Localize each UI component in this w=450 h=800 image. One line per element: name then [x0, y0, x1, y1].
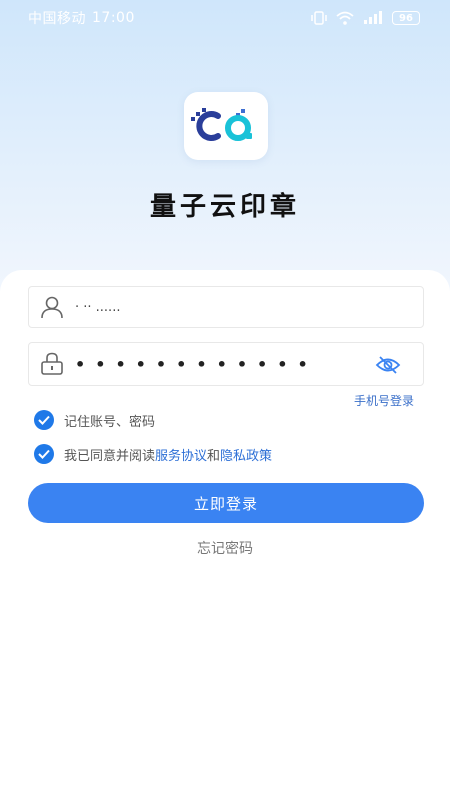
- carrier-label: 中国移动: [28, 11, 86, 27]
- remember-checkbox[interactable]: [34, 410, 54, 430]
- app-logo: [184, 92, 268, 160]
- agree-checkbox-row[interactable]: 我已同意并阅读服务协议和隐私政策: [34, 444, 272, 464]
- logo-mark-icon: [191, 108, 252, 141]
- remember-label: 记住账号、密码: [64, 414, 156, 430]
- agree-checkbox[interactable]: [34, 444, 54, 464]
- clock: 17:00: [92, 10, 135, 26]
- signal-icon: [363, 11, 383, 25]
- eye-off-icon[interactable]: [375, 355, 401, 379]
- wifi-icon: [336, 11, 354, 25]
- check-icon: [38, 449, 50, 459]
- login-button[interactable]: 立即登录: [28, 483, 424, 523]
- username-field[interactable]: [28, 286, 424, 328]
- phone-login-link[interactable]: 手机号登录: [354, 392, 414, 409]
- login-card: •••••••••••• 手机号登录 记住账号、密码 我已同意并阅读服务协议和隐…: [0, 270, 450, 800]
- status-left: 中国移动 17:00: [28, 8, 135, 28]
- forgot-password-link[interactable]: 忘记密码: [0, 538, 450, 558]
- user-icon: [29, 294, 75, 320]
- app-title: 量子云印章: [149, 192, 300, 222]
- agree-prefix: 我已同意并阅读: [64, 448, 156, 464]
- status-bar: 中国移动 17:00 96: [0, 0, 450, 36]
- status-right: 96: [311, 11, 420, 25]
- privacy-policy-link[interactable]: 隐私政策: [220, 449, 272, 464]
- battery-icon: 96: [392, 11, 420, 25]
- password-field[interactable]: ••••••••••••: [28, 342, 424, 386]
- vibrate-icon: [311, 11, 327, 25]
- username-input[interactable]: [75, 299, 365, 315]
- agree-label: 我已同意并阅读服务协议和隐私政策: [64, 445, 272, 464]
- lock-icon: [29, 351, 75, 377]
- remember-checkbox-row[interactable]: 记住账号、密码: [34, 410, 155, 430]
- check-icon: [38, 415, 50, 425]
- service-agreement-link[interactable]: 服务协议: [155, 449, 207, 464]
- agree-and: 和: [207, 448, 221, 464]
- password-input[interactable]: ••••••••••••: [75, 355, 318, 374]
